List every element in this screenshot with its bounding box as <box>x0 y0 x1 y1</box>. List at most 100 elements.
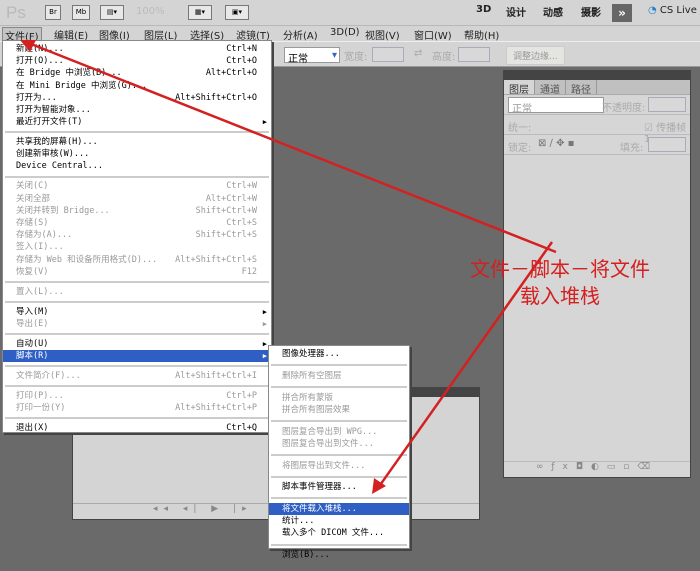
menu-item-label: 脚本事件管理器... <box>282 482 357 493</box>
menu-item[interactable]: 载入多个 DICOM 文件... <box>269 527 409 539</box>
menu-item[interactable]: 导出(E) ▶ <box>3 318 271 330</box>
menu-3d[interactable]: 3D(D) <box>330 27 360 38</box>
menu-item[interactable]: 关闭并转到 Bridge... Shift+Ctrl+W <box>3 205 271 217</box>
style-select[interactable]: 正常 ▾ <box>284 47 340 65</box>
menu-item[interactable]: Device Central... <box>3 160 271 172</box>
menu-view[interactable]: 视图(V) <box>365 27 400 42</box>
menu-item[interactable]: 存储为(A)... Shift+Ctrl+S <box>3 229 271 241</box>
menu-item[interactable]: 打印一份(Y) Alt+Shift+Ctrl+P <box>3 402 271 414</box>
menu-item[interactable]: 关闭全部 Alt+Ctrl+W <box>3 193 271 205</box>
menu-item[interactable]: 在 Mini Bridge 中浏览(G)... <box>3 80 271 92</box>
menu-item-label: 自动(U) <box>16 338 49 349</box>
scripts-submenu: 图像处理器... 删除所有空图层拼合所有蒙版 拼合所有图层效果图层复合导出到 WPG… <box>268 345 410 560</box>
menu-item-label: 存储为(A)... <box>16 230 73 241</box>
arrange-documents-button[interactable]: ▦▾ <box>188 5 212 20</box>
menu-item[interactable]: 在 Bridge 中浏览(B)... Alt+Ctrl+O <box>3 67 271 79</box>
menu-item-label: 打印一份(Y) <box>16 402 66 413</box>
menu-item-label: 恢复(V) <box>16 266 49 277</box>
menu-item[interactable]: 打开为智能对象... <box>3 104 271 116</box>
menu-item-label: 图层复合导出到 WPG... <box>282 426 378 437</box>
zoom-level[interactable]: 100% <box>136 6 165 17</box>
menu-item-label: 存储(S) <box>16 217 49 228</box>
bridge-button[interactable]: Br <box>45 5 61 20</box>
workspace-photography[interactable]: 摄影 <box>581 4 601 19</box>
menu-item[interactable]: 脚本(R) ▶ <box>3 349 271 363</box>
menu-analysis[interactable]: 分析(A) <box>283 27 318 42</box>
menu-item-label: 打开为... <box>16 92 57 103</box>
menu-window[interactable]: 窗口(W) <box>414 27 452 42</box>
fill-input[interactable] <box>648 137 686 152</box>
menu-item-label: 关闭全部 <box>16 193 51 204</box>
tab-channels[interactable]: 通道 <box>535 80 566 96</box>
menu-item-label: 统计... <box>282 516 315 527</box>
submenu-arrow-icon: ▶ <box>262 319 267 328</box>
menu-item[interactable]: 导入(M) ▶ <box>3 306 271 318</box>
menu-item[interactable]: 统计... <box>269 515 409 527</box>
menu-item-label: 导入(M) <box>16 306 49 317</box>
mini-bridge-button[interactable]: Mb <box>72 5 90 20</box>
workspace-motion[interactable]: 动感 <box>543 4 563 19</box>
menu-item[interactable]: 将图层导出到文件... <box>269 460 409 472</box>
menu-item[interactable]: 图像处理器... <box>269 348 409 360</box>
annotation-line-1: 文件－脚本－将文件 <box>470 257 650 281</box>
width-input[interactable] <box>372 47 404 62</box>
menu-item-shortcut: Shift+Ctrl+W <box>195 205 257 216</box>
menu-item[interactable]: 拼合所有蒙版 <box>269 392 409 404</box>
menu-item[interactable]: 存储为 Web 和设备所用格式(D)... Alt+Shift+Ctrl+S <box>3 254 271 266</box>
menu-item[interactable]: 删除所有空图层 <box>269 370 409 382</box>
application-bar: Ps Br Mb ▤▾ 100% ▦▾ ▣▾ 3D 设计 动感 摄影 » ◔ C… <box>0 0 700 26</box>
menu-item[interactable]: 退出(X) Ctrl+Q <box>3 422 271 434</box>
workspace-design[interactable]: 设计 <box>506 4 526 19</box>
submenu-arrow-icon: ▶ <box>262 307 267 316</box>
swap-icon[interactable]: ⇄ <box>414 48 422 59</box>
blend-mode-select[interactable]: 正常 <box>508 97 604 115</box>
menu-item-shortcut: Ctrl+W <box>226 181 257 192</box>
height-input[interactable] <box>458 47 490 62</box>
menu-item[interactable]: 创建新审核(W)... <box>3 148 271 160</box>
refine-edge-button[interactable]: 调整边缘... <box>506 46 565 65</box>
menu-help[interactable]: 帮助(H) <box>464 27 499 42</box>
more-workspaces-button[interactable]: » <box>612 4 632 22</box>
photoshop-logo: Ps <box>6 3 26 22</box>
unify-label: 统一: <box>508 123 532 134</box>
menu-item[interactable]: 关闭(C) Ctrl+W <box>3 180 271 192</box>
opacity-input[interactable] <box>648 97 686 112</box>
menu-item[interactable]: 存储(S) Ctrl+S <box>3 217 271 229</box>
menu-item-label: 脚本(R) <box>16 350 49 361</box>
menu-item-label: 浏览(B)... <box>282 550 330 561</box>
menu-item-label: 在 Bridge 中浏览(B)... <box>16 68 122 79</box>
menu-item[interactable]: 图层复合导出到 WPG... <box>269 426 409 438</box>
menu-item[interactable]: 自动(U) ▶ <box>3 338 271 350</box>
menu-item[interactable]: 新建(N)... Ctrl+N <box>3 43 271 55</box>
screen-mode-button[interactable]: ▣▾ <box>225 5 249 20</box>
menu-item[interactable]: 将文件载入堆栈... <box>269 503 409 516</box>
menu-separator <box>269 360 409 370</box>
menu-item[interactable]: 浏览(B)... <box>269 549 409 561</box>
menu-item[interactable]: 打印(P)... Ctrl+P <box>3 390 271 402</box>
menu-separator <box>269 493 409 503</box>
cs-live-button[interactable]: ◔ CS Live <box>648 5 697 16</box>
menu-item[interactable]: 脚本事件管理器... <box>269 481 409 493</box>
menu-item[interactable]: 最近打开文件(T) ▶ <box>3 116 271 128</box>
layers-footer-icons[interactable]: ∞ƒx◘◐▭▫⌫ <box>504 461 690 477</box>
menu-item[interactable]: 文件简介(F)... Alt+Shift+Ctrl+I <box>3 370 271 382</box>
menu-separator <box>269 540 409 550</box>
menu-item[interactable]: 共享我的屏幕(H)... <box>3 136 271 148</box>
menu-separator <box>3 298 271 306</box>
menu-item[interactable]: 打开为... Alt+Shift+Ctrl+O <box>3 92 271 104</box>
menu-item[interactable]: 置入(L)... <box>3 286 271 298</box>
menu-item[interactable]: 签入(I)... <box>3 241 271 253</box>
menu-item[interactable]: 拼合所有图层效果 <box>269 404 409 416</box>
tab-paths[interactable]: 路径 <box>566 80 597 96</box>
menu-separator <box>3 414 271 422</box>
menu-item[interactable]: 打开(O)... Ctrl+O <box>3 55 271 67</box>
menu-item-shortcut: Alt+Shift+Ctrl+S <box>175 254 257 265</box>
tab-layers[interactable]: 图层 <box>504 80 535 96</box>
menu-item[interactable]: 恢复(V) F12 <box>3 266 271 278</box>
menu-item[interactable]: 图层复合导出到文件... <box>269 438 409 450</box>
menu-item-label: 删除所有空图层 <box>282 370 342 381</box>
lock-icons[interactable]: ⊠ ∕ ✥ ▪ <box>538 138 574 149</box>
view-extras-button[interactable]: ▤▾ <box>100 5 124 20</box>
workspace-3d[interactable]: 3D <box>476 4 491 15</box>
menu-item-shortcut: Shift+Ctrl+S <box>195 230 257 241</box>
